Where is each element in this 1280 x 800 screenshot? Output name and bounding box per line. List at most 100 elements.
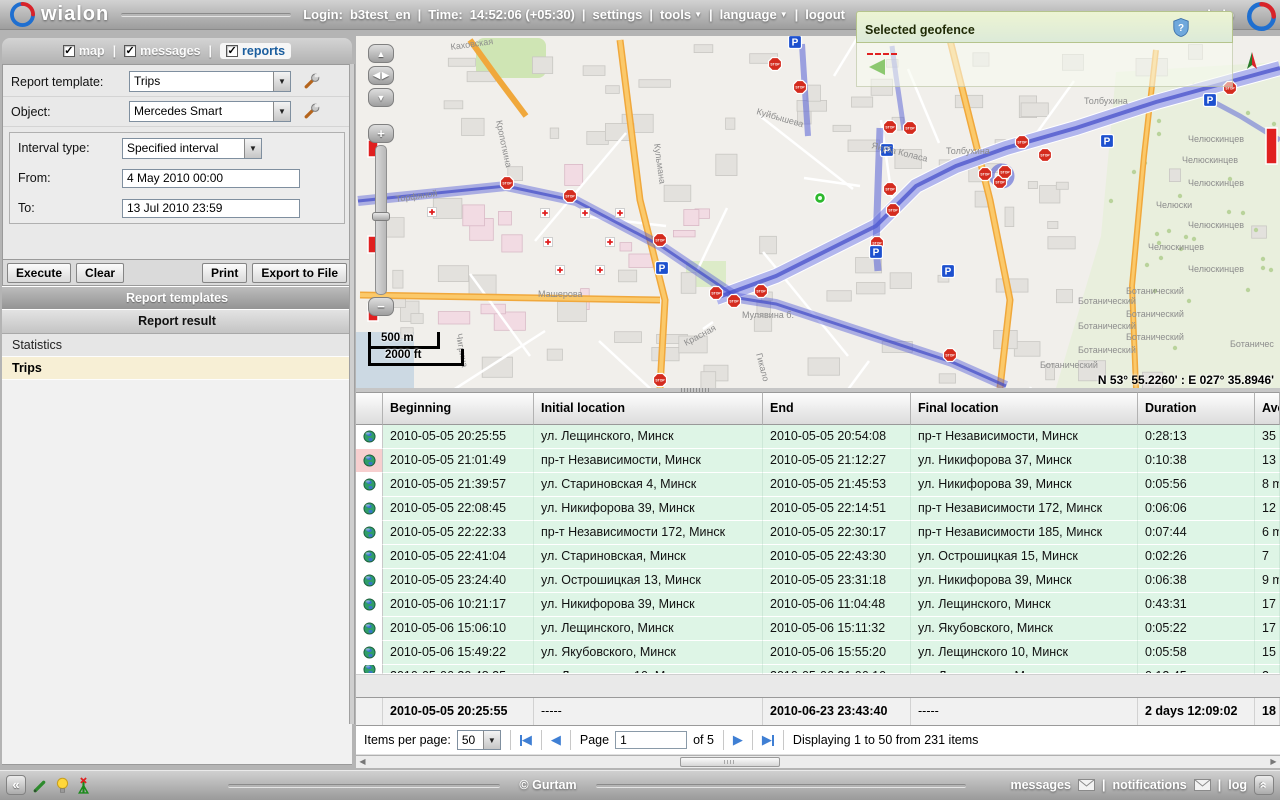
first-page-button[interactable]: ◀ (520, 732, 532, 748)
trip-marker-icon[interactable] (356, 569, 383, 593)
section-report-result[interactable]: Report result (2, 309, 352, 334)
pan-right-icon[interactable]: ▶ (382, 70, 389, 81)
checkbox-map[interactable]: ✓ (63, 45, 75, 57)
trip-marker-icon[interactable] (356, 473, 383, 497)
zoom-slider[interactable] (375, 145, 387, 295)
trip-marker-icon[interactable] (356, 545, 383, 569)
last-page-button[interactable]: ▶ (762, 732, 774, 748)
section-report-templates[interactable]: Report templates (2, 286, 352, 309)
from-input[interactable] (122, 169, 300, 188)
page-input[interactable] (615, 731, 687, 749)
zoom-slider-handle[interactable] (372, 212, 390, 221)
tab-messages[interactable]: ✓ messages (124, 44, 200, 58)
column-final-location[interactable]: Final location (911, 392, 1138, 425)
table-row[interactable]: 2010-05-05 22:08:45ул. Никифорова 39, Ми… (356, 497, 1280, 521)
table-row[interactable]: 2010-05-05 21:39:57ул. Стариновская 4, М… (356, 473, 1280, 497)
table-row[interactable]: 2010-05-05 20:25:55ул. Лещинского, Минск… (356, 425, 1280, 449)
checkbox-reports[interactable]: ✓ (226, 45, 238, 57)
table-row[interactable]: 2010-05-06 15:49:22ул. Якубовского, Минс… (356, 641, 1280, 665)
bulb-icon[interactable] (55, 777, 70, 794)
object-select[interactable]: Mercedes Smart ▼ (129, 101, 291, 122)
collapse-panel-button[interactable]: « (6, 775, 26, 795)
column-initial-location[interactable]: Initial location (534, 392, 763, 425)
notifications-envelope-icon[interactable] (1194, 779, 1211, 791)
chevron-down-icon[interactable]: ▼ (273, 72, 290, 91)
pan-down-button[interactable]: ▼ (368, 88, 394, 107)
zoom-in-button[interactable]: + (368, 124, 394, 143)
menu-logout[interactable]: logout (805, 7, 845, 22)
items-per-page-label: Items per page: (364, 733, 451, 747)
messages-envelope-icon[interactable] (1078, 779, 1095, 791)
tab-reports[interactable]: ✓ reports (220, 43, 291, 59)
log-link[interactable]: log (1228, 778, 1247, 792)
pan-up-button[interactable]: ▲ (368, 44, 394, 63)
pagination-status: Displaying 1 to 50 from 231 items (793, 733, 979, 747)
antenna-icon[interactable] (76, 777, 91, 794)
column-beginning[interactable]: Beginning (383, 392, 534, 425)
trip-marker-icon[interactable] (356, 521, 383, 545)
trip-marker-icon[interactable] (356, 665, 383, 674)
checkbox-messages[interactable]: ✓ (124, 45, 136, 57)
table-row[interactable]: 2010-05-05 23:24:40ул. Острошицкая 13, М… (356, 569, 1280, 593)
table-row[interactable]: 2010-05-06 10:21:17ул. Никифорова 39, Ми… (356, 593, 1280, 617)
column-avg[interactable]: Ave (1255, 392, 1280, 425)
zoom-out-button[interactable]: − (368, 297, 394, 316)
print-button[interactable]: Print (202, 263, 247, 283)
sidebar-scrollbar[interactable] (349, 64, 355, 724)
table-row[interactable]: 2010-05-05 21:01:49пр-т Независимости, М… (356, 449, 1280, 473)
corner-swirl-icon[interactable] (1247, 2, 1276, 31)
svg-text:STOP: STOP (945, 353, 955, 357)
column-duration[interactable]: Duration (1138, 392, 1255, 425)
table-row[interactable]: 2010-05-05 22:41:04ул. Стариновская, Мин… (356, 545, 1280, 569)
svg-text:STOP: STOP (888, 208, 898, 212)
cell-avg: 15 (1255, 641, 1280, 665)
column-end[interactable]: End (763, 392, 911, 425)
items-per-page-select[interactable]: 50 ▼ (457, 730, 501, 750)
svg-text:STOP: STOP (872, 241, 882, 245)
map-panel[interactable]: STOPSTOPSTOPSTOPSTOPSTOPSTOPSTOPSTOPSTOP… (356, 36, 1280, 388)
trip-marker-icon[interactable] (356, 425, 383, 449)
table-row[interactable]: 2010-05-06 15:06:10ул. Лещинского, Минск… (356, 617, 1280, 641)
pencil-icon[interactable] (32, 777, 49, 794)
report-template-select[interactable]: Trips ▼ (129, 71, 291, 92)
menu-settings[interactable]: settings (593, 7, 643, 22)
next-page-button[interactable]: ▶ (733, 732, 743, 748)
horizontal-scrollbar[interactable]: ◀ ▶ (356, 755, 1280, 768)
result-item-trips[interactable]: Trips (2, 357, 352, 380)
chevron-down-icon[interactable]: ▼ (244, 139, 261, 158)
menu-tools[interactable]: tools▼ (660, 7, 702, 22)
table-row[interactable]: 2010-05-05 22:22:33пр-т Независимости 17… (356, 521, 1280, 545)
interval-type-select[interactable]: Specified interval ▼ (122, 138, 262, 159)
trip-marker-icon[interactable] (356, 641, 383, 665)
execute-button[interactable]: Execute (7, 263, 71, 283)
scroll-left-icon[interactable]: ◀ (356, 756, 369, 768)
expand-log-button[interactable]: « (1254, 775, 1274, 795)
column-icon[interactable] (356, 392, 383, 425)
table-row[interactable]: 2010-05-06 20:48:25ул. Лещинского 10, Ми… (356, 665, 1280, 674)
trip-marker-icon[interactable] (356, 497, 383, 521)
globe-icon (363, 574, 376, 587)
svg-text:STOP: STOP (905, 126, 915, 130)
scroll-right-icon[interactable]: ▶ (1267, 756, 1280, 768)
trip-marker-icon[interactable] (356, 593, 383, 617)
notifications-link[interactable]: notifications (1112, 778, 1186, 792)
trip-marker-icon[interactable] (356, 449, 383, 473)
clear-button[interactable]: Clear (76, 263, 124, 283)
trip-marker-icon[interactable] (356, 617, 383, 641)
messages-link[interactable]: messages (1010, 778, 1070, 792)
wrench-icon[interactable] (303, 73, 320, 90)
chevron-down-icon[interactable]: ▼ (273, 102, 290, 121)
result-item-statistics[interactable]: Statistics (2, 334, 352, 357)
wrench-icon[interactable] (303, 103, 320, 120)
chevron-down-icon[interactable]: ▼ (483, 731, 500, 749)
map-canvas[interactable]: STOPSTOPSTOPSTOPSTOPSTOPSTOPSTOPSTOPSTOP… (356, 36, 1280, 388)
pan-left-right-button[interactable]: ◀ ▶ (368, 66, 394, 85)
export-button[interactable]: Export to File (252, 263, 347, 283)
scrollbar-thumb[interactable] (680, 757, 780, 767)
prev-page-button[interactable]: ◀ (551, 732, 561, 748)
tab-map[interactable]: ✓ map (63, 44, 105, 58)
menu-language[interactable]: language▼ (720, 7, 788, 22)
pan-left-icon[interactable]: ◀ (373, 70, 380, 81)
to-input[interactable] (122, 199, 300, 218)
help-shield-icon[interactable]: ? (1172, 17, 1190, 38)
